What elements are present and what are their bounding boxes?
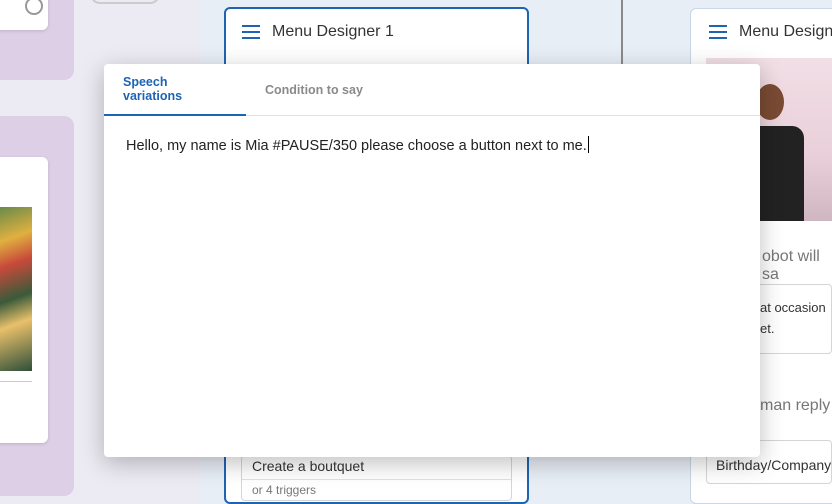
left-card-divider <box>0 381 32 382</box>
designer-header: Menu Designer 1 <box>226 9 527 55</box>
speech-dialog: Speech variations Condition to say Hello… <box>104 64 760 457</box>
speech-text-editor[interactable]: Hello, my name is Mia #PAUSE/350 please … <box>104 116 760 176</box>
tab-condition-to-say-label: Condition to say <box>265 83 363 97</box>
text-caret <box>587 136 589 153</box>
trigger-item-sub: or 4 triggers <box>252 483 317 497</box>
designer-header-2: Menu Design <box>691 9 832 55</box>
speech-text: Hello, my name is Mia #PAUSE/350 please … <box>126 138 587 154</box>
trigger-item-title: Create a boutquet <box>252 458 365 474</box>
menu-icon[interactable] <box>242 25 260 39</box>
designer-title-2: Menu Design <box>739 23 832 40</box>
connector-vertical <box>621 0 623 64</box>
connector-line <box>90 0 160 4</box>
tab-speech-variations-label: Speech variations <box>123 75 183 103</box>
human-reply-label: man reply <box>760 397 831 414</box>
designer-title: Menu Designer 1 <box>272 23 394 40</box>
tab-condition-to-say[interactable]: Condition to say <box>246 64 382 116</box>
trigger-item[interactable]: Create a boutquet or 4 triggers <box>241 455 512 501</box>
robot-will-say-label: obot will sa <box>762 248 820 283</box>
tab-speech-variations[interactable]: Speech variations <box>104 64 246 116</box>
dialog-tabs: Speech variations Condition to say <box>104 64 760 116</box>
trigger-item-divider <box>242 479 511 480</box>
avatar-head <box>756 84 784 120</box>
occasion-text: at occasion et. <box>760 300 826 336</box>
menu-icon-2[interactable] <box>709 25 727 39</box>
flowers-image <box>0 207 32 371</box>
reply-value: Birthday/Company <box>716 457 832 473</box>
